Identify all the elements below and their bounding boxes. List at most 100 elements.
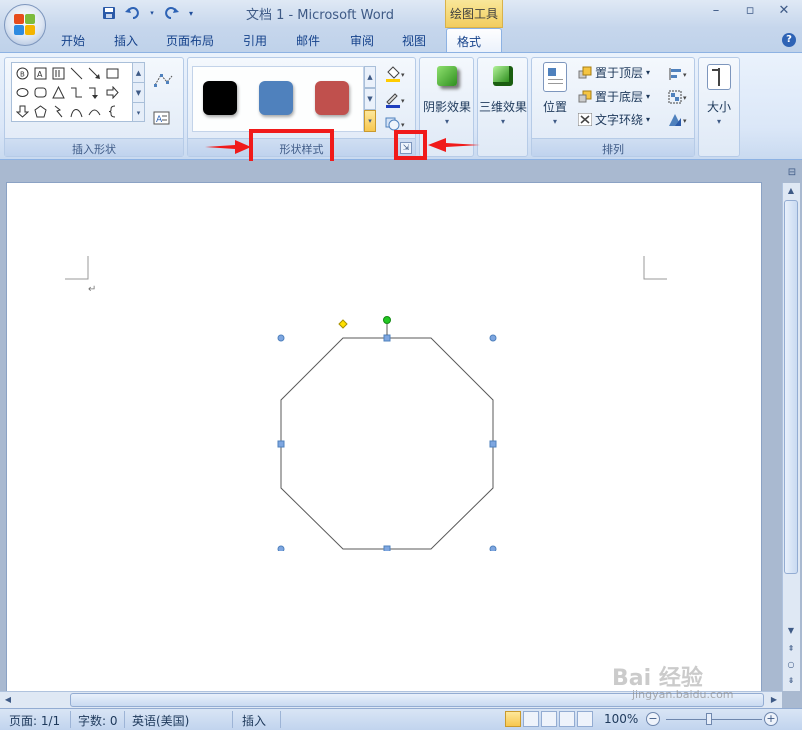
- position-button[interactable]: 位置 ▾: [536, 62, 574, 126]
- help-icon[interactable]: ?: [782, 33, 796, 47]
- resize-handle-bottom[interactable]: [383, 545, 391, 551]
- triangle-shape-icon[interactable]: [51, 85, 65, 99]
- size-icon: [707, 64, 731, 90]
- scroll-left-icon[interactable]: ◀: [0, 692, 16, 708]
- close-button[interactable]: ✕: [771, 3, 797, 21]
- previous-page-icon[interactable]: ⇞: [783, 641, 799, 657]
- scroll-down-icon[interactable]: ▼: [783, 623, 799, 639]
- shape-fill-icon[interactable]: ▾: [384, 64, 408, 84]
- resize-handle-top-right[interactable]: [489, 334, 497, 342]
- right-arrow-shape-icon[interactable]: [105, 85, 119, 99]
- full-screen-reading-view-icon[interactable]: [523, 711, 539, 727]
- 3d-effects-button[interactable]: 三维效果 ▾: [478, 66, 528, 126]
- style-swatch-black[interactable]: [203, 81, 237, 115]
- style-swatch-blue[interactable]: [259, 81, 293, 115]
- shapes-gallery-scroll[interactable]: ▲ ▼ ▾: [133, 62, 145, 122]
- group-objects-icon[interactable]: ▾: [668, 87, 692, 107]
- status-separator: [280, 711, 281, 728]
- resize-handle-left[interactable]: [277, 440, 285, 448]
- gallery-down-icon[interactable]: ▼: [133, 83, 144, 103]
- tab-references[interactable]: 引用: [243, 32, 267, 49]
- office-button[interactable]: [4, 4, 46, 46]
- vertical-text-box-icon[interactable]: A: [33, 66, 47, 80]
- shape-outline-icon[interactable]: ▾: [384, 90, 408, 110]
- adjust-handle[interactable]: [338, 319, 348, 329]
- tab-review[interactable]: 审阅: [350, 32, 374, 49]
- zoom-out-icon[interactable]: −: [646, 712, 660, 726]
- lightning-shape-icon[interactable]: [51, 104, 65, 118]
- status-page[interactable]: 页面: 1/1: [9, 712, 60, 729]
- draw-text-box-icon[interactable]: A: [153, 108, 177, 128]
- styles-down-icon[interactable]: ▼: [364, 88, 376, 110]
- print-layout-view-icon[interactable]: [505, 711, 521, 727]
- down-arrow-shape-icon[interactable]: [15, 104, 29, 118]
- bring-to-front-button[interactable]: 置于顶层 ▾: [578, 64, 650, 81]
- status-language[interactable]: 英语(美国): [132, 712, 189, 729]
- vertical-scroll-thumb[interactable]: [784, 200, 798, 574]
- tab-home[interactable]: 开始: [61, 32, 85, 49]
- vertical-scrollbar[interactable]: ▲ ▼ ⇞ ○ ⇟: [782, 183, 800, 691]
- send-to-back-icon: [578, 90, 592, 103]
- outline-view-icon[interactable]: [559, 711, 575, 727]
- shape-styles-gallery[interactable]: [192, 66, 364, 132]
- pentagon-shape-icon[interactable]: [33, 104, 47, 118]
- scroll-up-icon[interactable]: ▲: [783, 183, 799, 199]
- document-page[interactable]: ↵: [6, 182, 762, 691]
- style-swatch-red[interactable]: [315, 81, 349, 115]
- gallery-more-icon[interactable]: ▾: [133, 103, 144, 123]
- next-page-icon[interactable]: ⇟: [783, 673, 799, 689]
- zoom-slider-track[interactable]: [666, 719, 762, 720]
- rounded-rect-shape-icon[interactable]: [33, 85, 47, 99]
- tab-format[interactable]: 格式: [446, 28, 502, 54]
- tab-view[interactable]: 视图: [402, 32, 426, 49]
- draft-view-icon[interactable]: [577, 711, 593, 727]
- styles-up-icon[interactable]: ▲: [364, 66, 376, 88]
- maximize-button[interactable]: ▫: [737, 3, 763, 21]
- status-insert-mode[interactable]: 插入: [242, 712, 266, 729]
- size-button[interactable]: 大小 ▾: [699, 64, 739, 126]
- scroll-right-icon[interactable]: ▶: [766, 692, 782, 708]
- brace-shape-icon[interactable]: [105, 104, 119, 118]
- web-layout-view-icon[interactable]: [541, 711, 557, 727]
- text-box-shape-icon[interactable]: B: [15, 66, 29, 80]
- insert-shapes-group: B A ▲ ▼ ▾ A 插入形状: [4, 57, 184, 157]
- tab-mailings[interactable]: 邮件: [296, 32, 320, 49]
- align-icon[interactable]: ▾: [668, 64, 692, 84]
- text-wrap-button[interactable]: 文字环绕 ▾: [578, 111, 650, 128]
- shape-styles-scroll[interactable]: ▲ ▼ ▾: [364, 66, 376, 132]
- curve-shape-icon[interactable]: [69, 104, 83, 118]
- line-shape-icon[interactable]: [69, 66, 83, 80]
- svg-text:A: A: [37, 70, 43, 79]
- oval-shape-icon[interactable]: [15, 85, 29, 99]
- status-word-count[interactable]: 字数: 0: [78, 712, 118, 729]
- text-frame-icon[interactable]: [51, 66, 65, 80]
- rotate-handle[interactable]: [383, 316, 391, 324]
- resize-handle-bottom-left[interactable]: [277, 545, 285, 551]
- minimize-button[interactable]: –: [703, 3, 729, 21]
- resize-handle-top-left[interactable]: [277, 334, 285, 342]
- zoom-slider-thumb[interactable]: [706, 713, 712, 725]
- svg-text:▾: ▾: [401, 121, 405, 129]
- elbow-arrow-connector-icon[interactable]: [87, 85, 101, 99]
- resize-handle-bottom-right[interactable]: [489, 545, 497, 551]
- zoom-in-icon[interactable]: +: [764, 712, 778, 726]
- rotate-icon[interactable]: ▾: [668, 110, 692, 130]
- arrow-line-shape-icon[interactable]: [87, 66, 101, 80]
- rectangle-shape-icon[interactable]: [105, 66, 119, 80]
- zoom-level[interactable]: 100%: [604, 712, 638, 726]
- arc-shape-icon[interactable]: [87, 104, 101, 118]
- shapes-gallery[interactable]: B A: [11, 62, 133, 122]
- elbow-connector-icon[interactable]: [69, 85, 83, 99]
- send-to-back-button[interactable]: 置于底层 ▾: [578, 88, 650, 105]
- ruler-toggle-icon[interactable]: ⊟: [784, 167, 800, 183]
- resize-handle-top[interactable]: [383, 334, 391, 342]
- gallery-up-icon[interactable]: ▲: [133, 63, 144, 83]
- styles-more-icon[interactable]: ▾: [364, 110, 376, 132]
- resize-handle-right[interactable]: [489, 440, 497, 448]
- browse-object-icon[interactable]: ○: [783, 657, 799, 673]
- tab-insert[interactable]: 插入: [114, 32, 138, 49]
- octagon-shape[interactable]: [275, 315, 497, 551]
- edit-shape-icon[interactable]: [153, 70, 177, 90]
- tab-page-layout[interactable]: 页面布局: [166, 32, 214, 49]
- shadow-effects-button[interactable]: 阴影效果 ▾: [422, 66, 472, 126]
